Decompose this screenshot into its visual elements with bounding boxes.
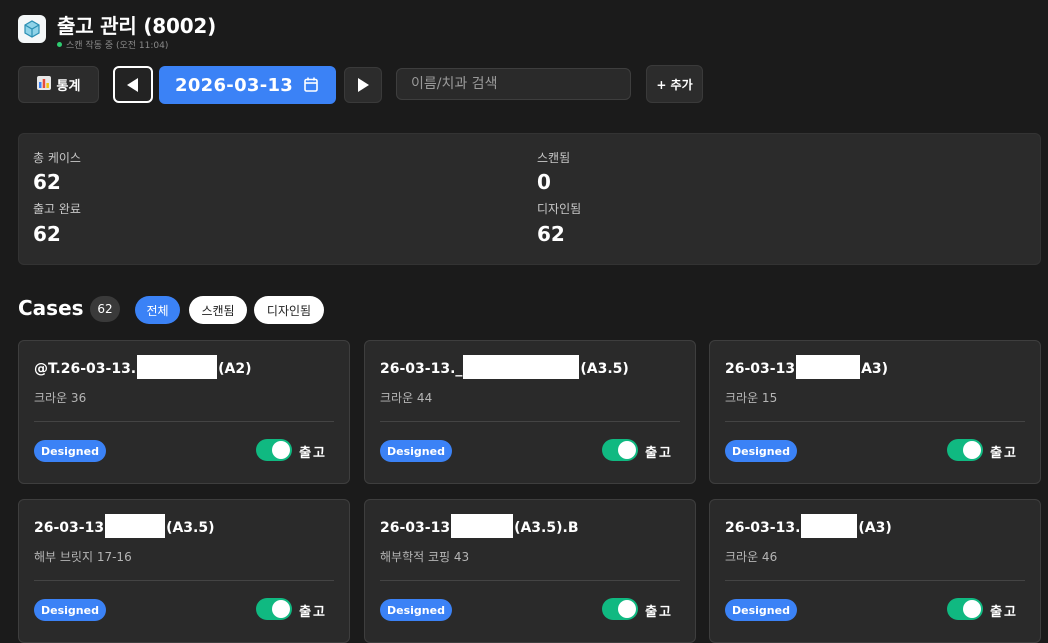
card-divider <box>725 421 1025 422</box>
release-toggle[interactable] <box>256 439 292 461</box>
cases-heading: Cases <box>18 296 84 320</box>
toggle-knob <box>618 600 636 618</box>
add-button[interactable]: + 추가 <box>646 65 703 103</box>
calendar-icon[interactable] <box>304 77 318 92</box>
triangle-right-icon <box>358 78 369 92</box>
released-label: 출고 완료 <box>33 202 81 216</box>
case-card[interactable]: 26-03-13. (A3) 크라운 46 Designed 출고 <box>709 499 1041 643</box>
card-divider <box>34 580 334 581</box>
triangle-left-icon <box>127 77 138 92</box>
release-label: 출고 <box>645 446 673 461</box>
designed-badge: Designed <box>725 440 797 462</box>
date-value: 2026-03-13 <box>175 74 294 96</box>
designed-label: 디자인됨 <box>537 202 582 216</box>
case-card[interactable]: 26-03-13 A3) 크라운 15 Designed 출고 <box>709 340 1041 484</box>
designed-badge: Designed <box>725 599 797 621</box>
case-title: 26-03-13 (A3.5).B <box>380 514 579 540</box>
case-subtitle: 크라운 15 <box>725 391 778 405</box>
release-toggle[interactable] <box>947 439 983 461</box>
case-subtitle: 해부 브릿지 17-16 <box>34 550 132 564</box>
case-title: 26-03-13. (A3) <box>725 514 892 540</box>
case-card[interactable]: 26-03-13._ (A3.5) 크라운 44 Designed 출고 <box>364 340 696 484</box>
release-toggle[interactable] <box>947 598 983 620</box>
case-card[interactable]: 26-03-13 (A3.5) 해부 브릿지 17-16 Designed 출고 <box>18 499 350 643</box>
total-cases-value: 62 <box>33 170 61 194</box>
summary-panel: 총 케이스 62 출고 완료 62 스캔됨 0 디자인됨 62 <box>18 133 1041 265</box>
toggle-knob <box>963 600 981 618</box>
case-title: 26-03-13 A3) <box>725 355 888 381</box>
bar-chart-icon <box>36 75 51 94</box>
designed-badge: Designed <box>34 440 106 462</box>
case-subtitle: 해부학적 코핑 43 <box>380 550 470 564</box>
toggle-knob <box>618 441 636 459</box>
next-date-button[interactable] <box>344 67 382 103</box>
redacted-block <box>796 355 861 379</box>
release-label: 출고 <box>645 605 673 620</box>
release-label: 출고 <box>990 446 1018 461</box>
redacted-block <box>105 514 166 538</box>
designed-badge: Designed <box>380 440 452 462</box>
app-logo-icon <box>18 15 46 43</box>
page-title: 출고 관리 (8002) <box>57 14 217 38</box>
date-picker[interactable]: 2026-03-13 <box>159 66 336 104</box>
stats-button[interactable]: 통계 <box>18 66 99 103</box>
filter-designed[interactable]: 디자인됨 <box>254 296 324 324</box>
filter-all[interactable]: 전체 <box>135 296 180 324</box>
card-divider <box>725 580 1025 581</box>
filter-scanned[interactable]: 스캔됨 <box>189 296 247 324</box>
release-label: 출고 <box>990 605 1018 620</box>
case-title: 26-03-13 (A3.5) <box>34 514 215 540</box>
toggle-knob <box>272 441 290 459</box>
case-subtitle: 크라운 44 <box>380 391 433 405</box>
designed-value: 62 <box>537 222 565 246</box>
redacted-block <box>451 514 514 538</box>
redacted-block <box>137 355 218 379</box>
redacted-block <box>801 514 858 538</box>
card-divider <box>34 421 334 422</box>
scanned-value: 0 <box>537 170 551 194</box>
card-divider <box>380 580 680 581</box>
designed-badge: Designed <box>34 599 106 621</box>
search-input[interactable] <box>396 68 631 100</box>
toggle-knob <box>963 441 981 459</box>
case-title: 26-03-13._ (A3.5) <box>380 355 629 381</box>
scan-status: 스캔 작동 중 (오전 11:04) <box>57 38 168 51</box>
card-divider <box>380 421 680 422</box>
case-subtitle: 크라운 46 <box>725 550 778 564</box>
total-cases-label: 총 케이스 <box>33 151 81 165</box>
toggle-knob <box>272 600 290 618</box>
case-card[interactable]: @T.26-03-13. (A2) 크라운 36 Designed 출고 <box>18 340 350 484</box>
release-toggle[interactable] <box>602 439 638 461</box>
stats-button-label: 통계 <box>56 79 81 94</box>
release-label: 출고 <box>299 446 327 461</box>
released-value: 62 <box>33 222 61 246</box>
release-toggle[interactable] <box>602 598 638 620</box>
case-card[interactable]: 26-03-13 (A3.5).B 해부학적 코핑 43 Designed 출고 <box>364 499 696 643</box>
designed-badge: Designed <box>380 599 452 621</box>
case-title: @T.26-03-13. (A2) <box>34 355 252 381</box>
release-toggle[interactable] <box>256 598 292 620</box>
scanned-label: 스캔됨 <box>537 151 571 165</box>
prev-date-button[interactable] <box>113 66 153 103</box>
scan-status-text: 스캔 작동 중 (오전 11:04) <box>66 41 169 51</box>
release-label: 출고 <box>299 605 327 620</box>
cases-count-badge: 62 <box>90 296 120 322</box>
case-subtitle: 크라운 36 <box>34 391 87 405</box>
redacted-block <box>463 355 580 379</box>
status-dot-icon <box>57 42 62 47</box>
